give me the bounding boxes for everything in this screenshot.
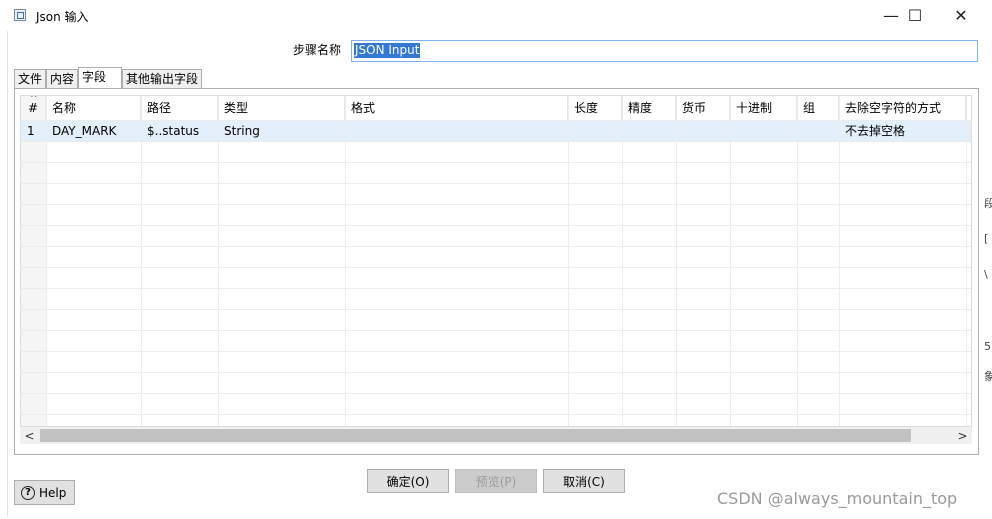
cell-extra[interactable]: i <box>966 121 971 141</box>
grid-line <box>21 372 971 373</box>
cell-trim-type[interactable]: 不去掉空格 <box>839 121 966 141</box>
grid-line <box>568 96 569 426</box>
grid-line <box>676 96 677 426</box>
grid-line <box>21 351 971 352</box>
grid-line <box>21 288 971 289</box>
row-number-column <box>21 96 46 426</box>
ok-button[interactable]: 确定(O) <box>367 469 449 493</box>
fields-table[interactable]: # ^ 名称 路径 类型 格式 长度 精度 货币 十进制 组 去除空字符的方式 … <box>20 95 972 427</box>
grid-line <box>46 96 47 426</box>
cell-decimal[interactable] <box>730 121 797 141</box>
cancel-button[interactable]: 取消(C) <box>543 469 625 493</box>
maximize-button[interactable]: ☐ <box>892 0 938 30</box>
help-button[interactable]: ? Help <box>14 480 75 505</box>
cell-precision[interactable] <box>622 121 676 141</box>
cell-group[interactable] <box>797 121 839 141</box>
grid-line <box>21 393 971 394</box>
app-icon <box>14 9 26 21</box>
sort-icon: ^ <box>30 95 38 104</box>
cell-row-number[interactable]: 1 <box>21 121 46 141</box>
watermark: CSDN @always_mountain_top <box>717 489 958 508</box>
help-button-label: Help <box>39 485 67 500</box>
grid-line <box>218 96 219 426</box>
grid-line <box>622 96 623 426</box>
scrollbar-thumb[interactable] <box>40 429 911 442</box>
column-header-group[interactable]: 组 <box>797 96 839 120</box>
preview-button[interactable]: 预览(P) <box>455 469 537 493</box>
grid-line <box>21 246 971 247</box>
window-title: Json 输入 <box>36 10 89 24</box>
grid-line <box>21 204 971 205</box>
column-header-trim-type[interactable]: 去除空字符的方式 <box>839 96 966 120</box>
cell-length[interactable] <box>568 121 622 141</box>
step-name-input[interactable] <box>351 40 978 62</box>
cell-format[interactable] <box>345 121 568 141</box>
edge-fragment: 5 <box>984 340 991 353</box>
step-name-value[interactable]: JSON Input <box>354 43 421 58</box>
column-header-precision[interactable]: 精度 <box>622 96 676 120</box>
grid-line <box>21 309 971 310</box>
edge-fragment: [ <box>984 232 989 245</box>
grid-line <box>141 96 142 426</box>
grid-line <box>21 183 971 184</box>
tab-other-output-fields[interactable]: 其他输出字段 <box>122 69 203 88</box>
tab-file[interactable]: 文件 <box>14 69 47 88</box>
grid-line <box>797 96 798 426</box>
grid-line <box>21 330 971 331</box>
column-header-format[interactable]: 格式 <box>345 96 568 120</box>
column-header-path[interactable]: 路径 <box>141 96 218 120</box>
close-button[interactable]: ✕ <box>938 0 984 30</box>
cell-name[interactable]: DAY_MARK <box>46 121 141 141</box>
grid-line <box>839 96 840 426</box>
grid-line <box>21 225 971 226</box>
grid-line <box>345 96 346 426</box>
cell-type[interactable]: String <box>218 121 345 141</box>
grid-line <box>21 267 971 268</box>
tab-content[interactable]: 内容 <box>46 69 79 88</box>
column-header-decimal[interactable]: 十进制 <box>730 96 797 120</box>
column-header-currency[interactable]: 货币 <box>676 96 730 120</box>
column-header-length[interactable]: 长度 <box>568 96 622 120</box>
scroll-right-icon[interactable]: > <box>954 427 971 444</box>
grid-line <box>21 141 971 142</box>
column-header-name[interactable]: 名称 <box>46 96 141 120</box>
tab-fields[interactable]: 字段 <box>78 67 122 88</box>
column-header-type[interactable]: 类型 <box>218 96 345 120</box>
title-bar <box>0 0 992 32</box>
cell-path[interactable]: $..status <box>141 121 218 141</box>
grid-line <box>21 414 971 415</box>
grid-line <box>21 162 971 163</box>
edge-fragment: \ <box>984 268 988 281</box>
cell-currency[interactable] <box>676 121 730 141</box>
help-icon: ? <box>21 485 35 500</box>
scroll-left-icon[interactable]: < <box>21 427 38 444</box>
grid-line <box>730 96 731 426</box>
grid-line <box>966 96 967 426</box>
background-window-edge: 段 [ \ 5 象 <box>982 150 992 400</box>
edge-fragment: 象 <box>984 370 992 383</box>
step-name-label: 步骤名称 <box>293 43 342 57</box>
edge-fragment: 段 <box>984 197 992 210</box>
